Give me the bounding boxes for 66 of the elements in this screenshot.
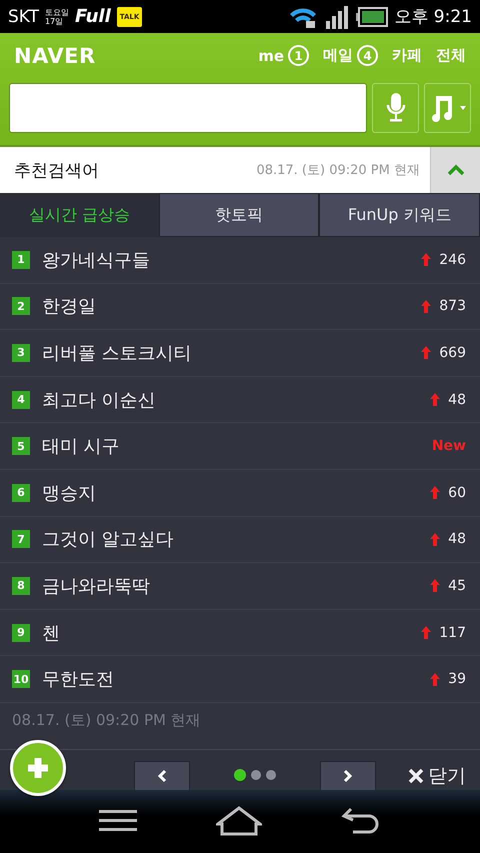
right-chevron-icon (343, 768, 353, 783)
timestamp: 08.17. (토) 09:20 PM 현재 (256, 162, 421, 179)
up-arrow-icon (421, 253, 432, 266)
rank-badge: 8 (12, 576, 30, 595)
new-label: New (432, 438, 466, 454)
keyword-text: 왕가네식구들 (42, 248, 150, 272)
rank-badge: 10 (12, 670, 30, 688)
tab[interactable]: 실시간 급상승 (0, 193, 159, 237)
rank-badge: 3 (12, 344, 30, 362)
microphone-icon (386, 92, 406, 124)
tab[interactable]: FunUp 키워드 (319, 193, 480, 237)
rank-change: 48 (448, 531, 466, 548)
close-icon (408, 768, 424, 784)
naver-logo: NAVER (14, 44, 96, 68)
keyword-text: 리버풀 스토크시티 (42, 342, 192, 365)
battery-icon (356, 6, 388, 26)
up-arrow-icon (421, 346, 432, 360)
rank-change: 246 (439, 252, 466, 268)
up-arrow-icon (430, 393, 440, 406)
search-field[interactable] (9, 83, 367, 133)
clock-time: 오후 9:21 (394, 6, 472, 28)
close-button[interactable]: 닫기 (408, 762, 466, 789)
up-arrow-icon (430, 579, 440, 592)
rank-change: 117 (439, 624, 466, 641)
keyword-text: 태미 시구 (42, 435, 120, 458)
keyword-text: 무한도전 (42, 668, 114, 692)
collapse-button[interactable] (430, 147, 480, 193)
plus-icon (25, 755, 51, 781)
tab[interactable]: 핫토픽 (158, 193, 320, 237)
rank-badge: 9 (12, 624, 30, 642)
date-text: 토요일 17일 (45, 8, 70, 26)
keyword-text: 최고다 이순신 (42, 388, 156, 412)
next-button[interactable] (320, 760, 376, 790)
carrier-name: SKT (8, 6, 40, 26)
rank-change: 669 (439, 344, 466, 361)
timestamp: 08.17. (토) 09:20 PM 현재 (12, 710, 201, 730)
keyword-text: 맹승지 (42, 482, 96, 505)
rank-badge: 1 (12, 250, 30, 269)
up-arrow-icon (430, 532, 440, 546)
signal-icon (324, 4, 350, 28)
up-arrow-icon (430, 486, 440, 500)
rank-change: 45 (448, 578, 466, 594)
rank-badge: 2 (12, 297, 30, 316)
keyword-text: 그것이 알고싶다 (42, 528, 174, 552)
keyword-row[interactable]: 7 그것이 알고싶다 48 (0, 516, 480, 564)
up-arrow-icon (421, 300, 432, 313)
battery-full-text: Full (75, 6, 111, 27)
rank-badge: 6 (12, 484, 30, 502)
previous-button[interactable] (134, 760, 190, 790)
back-icon[interactable] (340, 806, 381, 836)
home-icon[interactable] (216, 806, 262, 836)
rank-change: 873 (439, 298, 466, 314)
rank-change: 48 (448, 392, 466, 408)
rank-badge: 5 (12, 437, 30, 456)
rank-change: 39 (448, 671, 466, 688)
keyword-text: 금나와라뚝딱 (42, 574, 150, 598)
up-arrow-icon (421, 626, 432, 640)
keyword-text: 첸 (42, 622, 60, 645)
rank-badge: 4 (12, 390, 30, 409)
left-chevron-icon (157, 768, 167, 783)
keyword-text: 한경일 (42, 295, 96, 318)
rank-change: 60 (448, 484, 466, 501)
chevron-icon (446, 164, 464, 176)
up-arrow-icon (430, 672, 440, 686)
rank-badge: 7 (12, 530, 30, 548)
section-title: 추천검색어 (13, 160, 99, 182)
